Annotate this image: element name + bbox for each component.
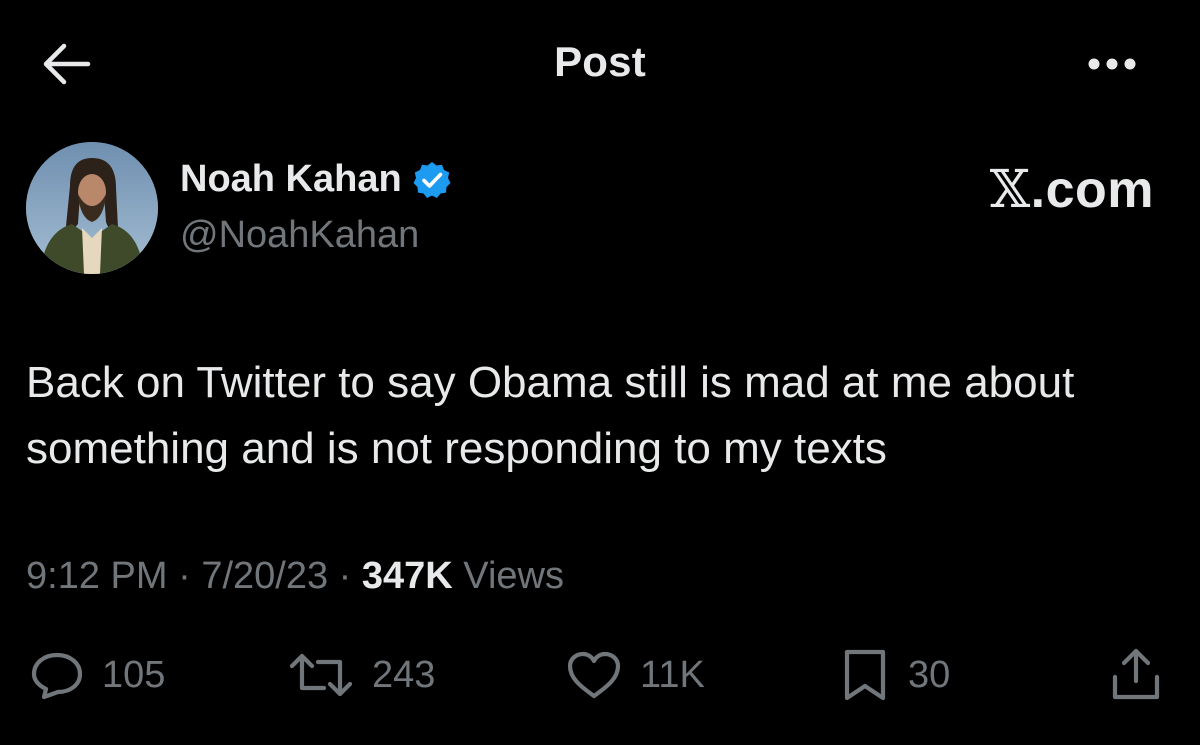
more-options-button[interactable]: [1082, 44, 1142, 84]
action-bar: 105 243 11K 30: [0, 645, 1200, 705]
share-icon: [1112, 648, 1160, 700]
repost-button[interactable]: 243: [288, 645, 435, 705]
bookmark-count: 30: [908, 653, 951, 696]
post-date[interactable]: 7/20/23: [201, 555, 328, 597]
author-handle[interactable]: @NoahKahan: [180, 214, 419, 257]
repost-count: 243: [372, 653, 436, 696]
meta-separator: ·: [328, 555, 362, 597]
brand-watermark: 𝕏.com: [990, 160, 1154, 220]
top-bar: Post: [0, 0, 1200, 125]
post-text: Back on Twitter to say Obama still is ma…: [26, 358, 1075, 473]
share-button[interactable]: [1110, 645, 1162, 705]
like-button[interactable]: 11K: [566, 645, 705, 705]
heart-icon: [567, 651, 621, 699]
post-time[interactable]: 9:12 PM: [26, 555, 168, 597]
repost-icon: [289, 653, 353, 697]
reply-icon: [31, 652, 83, 700]
bookmark-button[interactable]: 30: [840, 645, 950, 705]
like-count: 11K: [640, 653, 705, 696]
verified-badge-icon: [413, 161, 451, 198]
views-count: 347K: [361, 555, 453, 597]
page-title: Post: [554, 38, 646, 85]
reply-button[interactable]: 105: [30, 645, 165, 705]
more-horizontal-icon: [1088, 58, 1136, 70]
author-name-text: Noah Kahan: [180, 158, 402, 200]
meta-separator: ·: [167, 555, 202, 597]
author-name[interactable]: Noah Kahan: [180, 158, 452, 201]
reply-count: 105: [102, 653, 166, 696]
post-meta: 9:12 PM · 7/20/23 · 347K Views: [26, 555, 564, 598]
avatar-photo: [26, 142, 158, 274]
x-logo-icon: 𝕏: [989, 160, 1031, 220]
brand-domain: .com: [1030, 161, 1154, 219]
bookmark-icon: [844, 649, 886, 701]
views-label: Views: [452, 555, 564, 597]
avatar[interactable]: [26, 142, 158, 274]
